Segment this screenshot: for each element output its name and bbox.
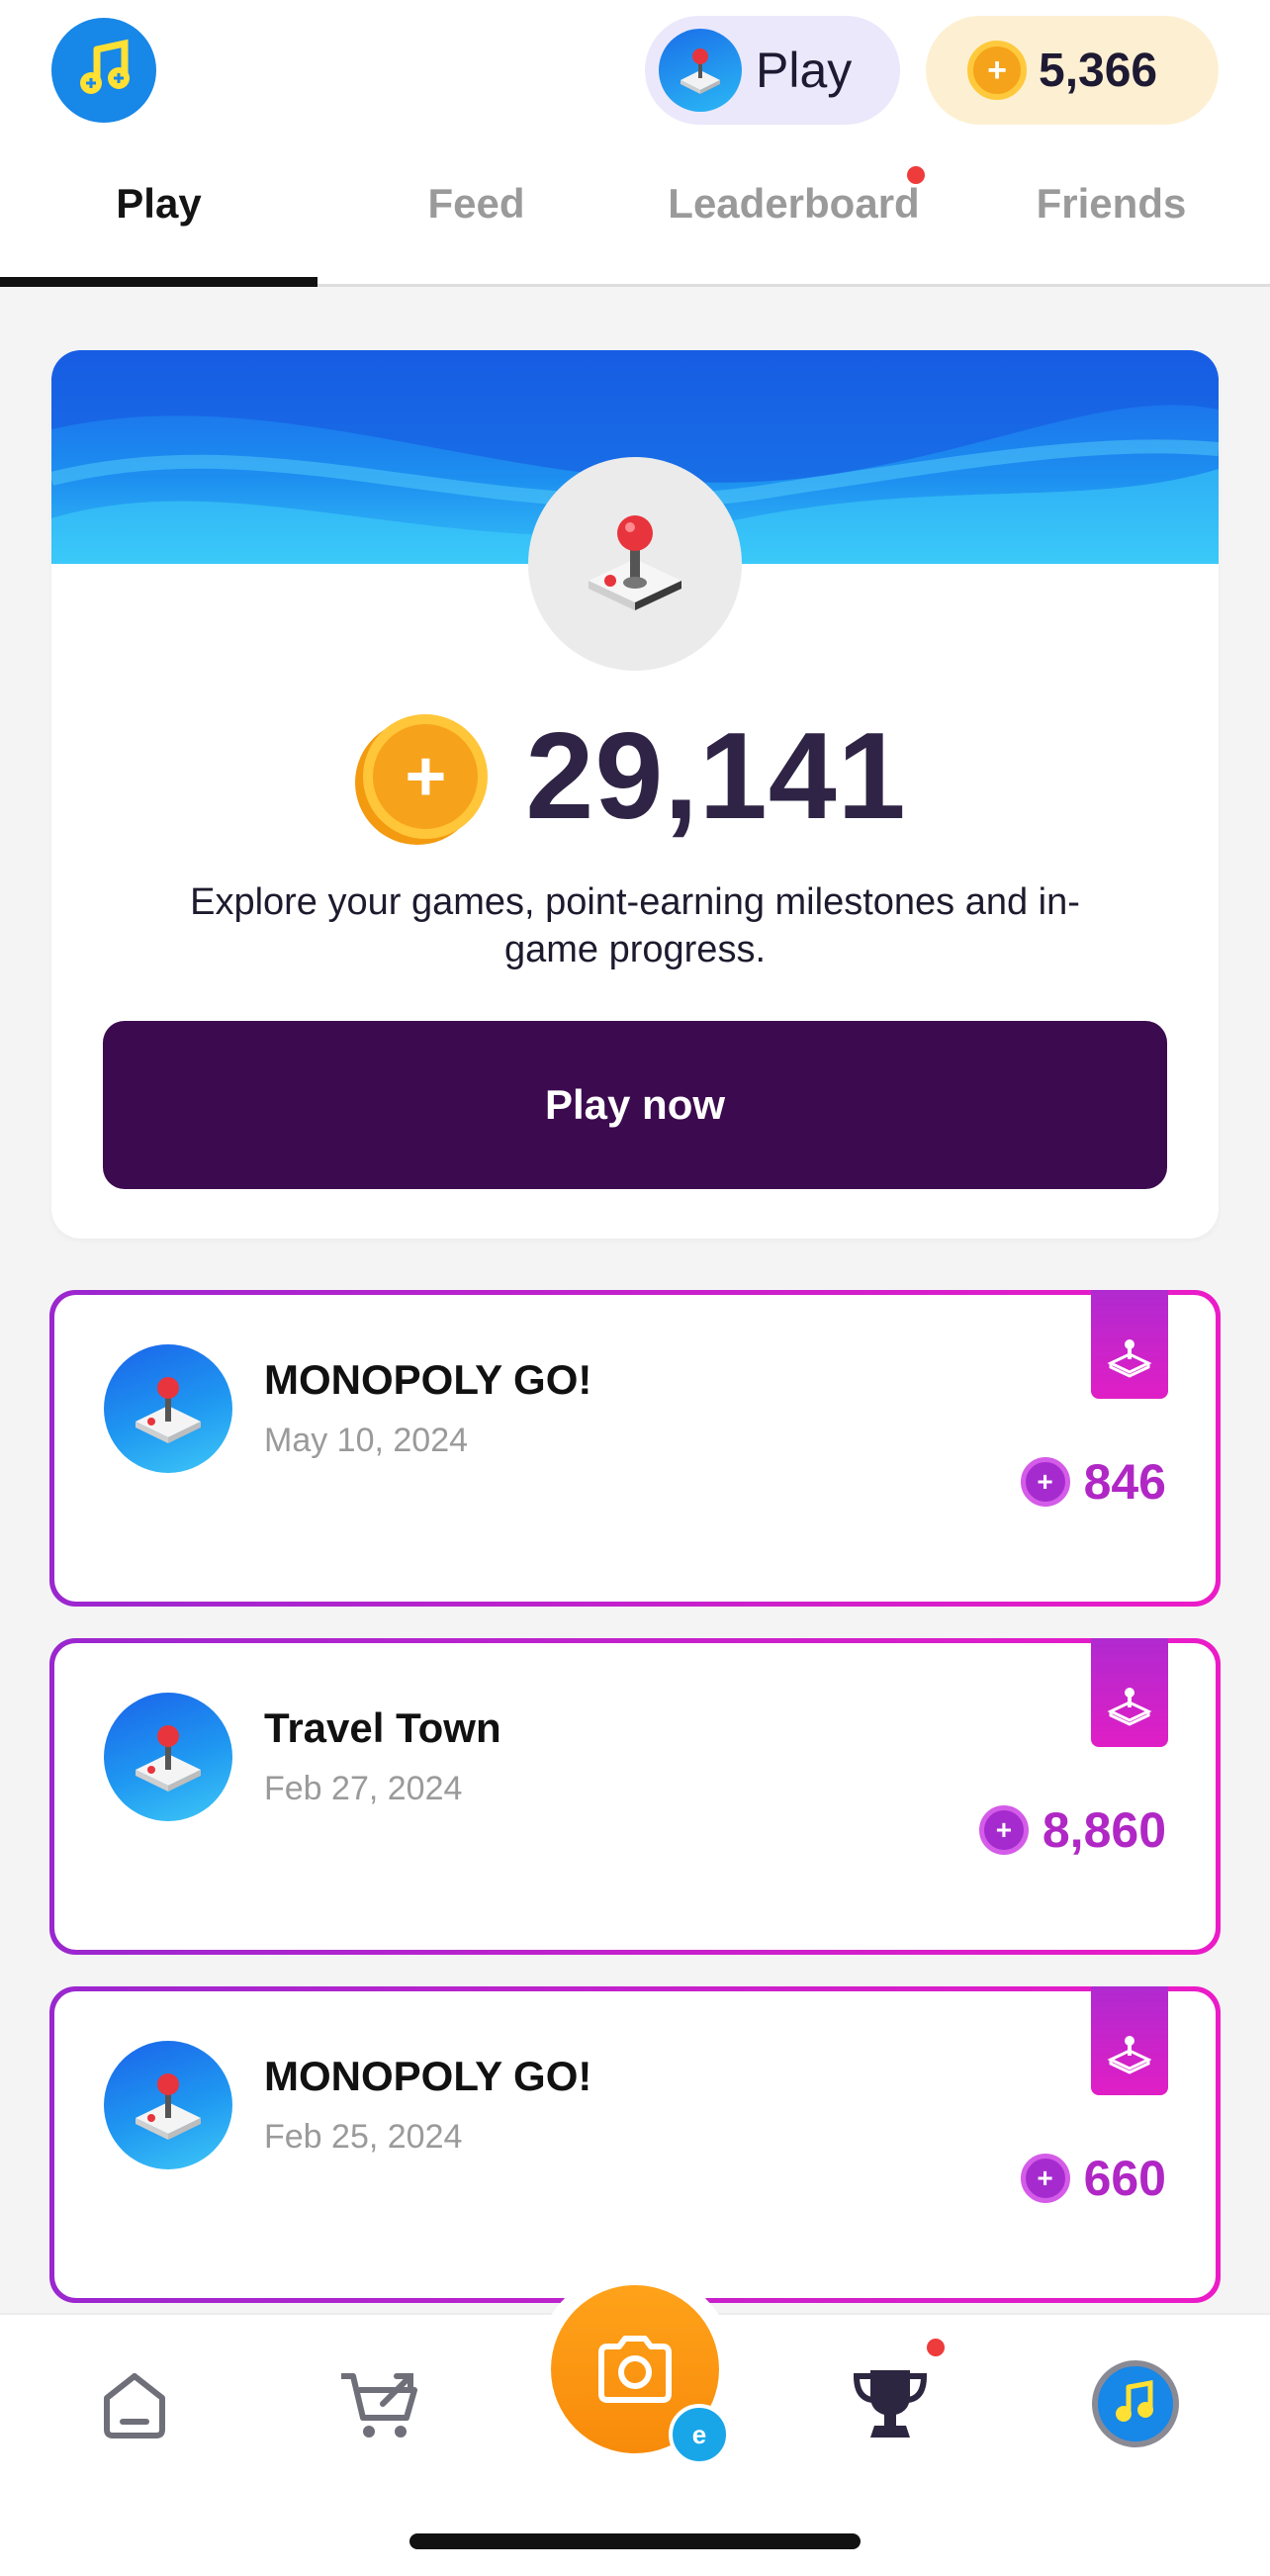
joystick-icon [659, 29, 742, 112]
game-date: Feb 25, 2024 [264, 2118, 463, 2156]
home-icon[interactable] [85, 2354, 184, 2453]
game-points-value: 846 [1083, 1454, 1166, 1510]
notification-dot [907, 166, 925, 184]
points-summary-card: + 29,141 Explore your games, point-earni… [51, 350, 1219, 1239]
game-card[interactable]: MONOPOLY GO! Feb 25, 2024 + 660 [49, 1986, 1221, 2303]
trophy-icon[interactable] [841, 2354, 940, 2453]
tab-play-label: Play [116, 180, 202, 227]
profile-icon[interactable] [1086, 2354, 1185, 2453]
game-points-value: 660 [1083, 2151, 1166, 2206]
game-points: + 660 [1020, 2150, 1166, 2207]
game-badge-icon [1091, 1986, 1168, 2095]
total-points: + 29,141 [51, 706, 1219, 847]
receipt-badge-icon: e [669, 2404, 730, 2465]
game-points: + 8,860 [978, 1801, 1166, 1859]
points-coin-icon: + [1020, 1457, 1070, 1507]
play-pill-label: Play [756, 43, 853, 98]
app-logo[interactable] [51, 18, 156, 123]
tab-friends-label: Friends [1036, 180, 1187, 227]
points-coin-icon: + [978, 1805, 1029, 1855]
game-title: MONOPOLY GO! [264, 1356, 592, 1403]
game-date: Feb 27, 2024 [264, 1770, 463, 1807]
play-now-button[interactable]: Play now [103, 1021, 1167, 1189]
tab-play[interactable]: Play [0, 148, 318, 287]
game-badge-icon [1091, 1638, 1168, 1747]
cart-icon[interactable] [332, 2354, 431, 2453]
game-points-value: 8,860 [1042, 1802, 1166, 1858]
total-points-value: 29,141 [525, 708, 907, 845]
hero-description: Explore your games, point-earning milest… [190, 881, 1080, 970]
game-card[interactable]: MONOPOLY GO! May 10, 2024 + 846 [49, 1290, 1221, 1607]
points-coin-icon: + [1020, 2154, 1070, 2203]
coin-balance-value: 5,366 [1039, 44, 1158, 97]
joystick-icon [528, 457, 742, 671]
home-indicator [409, 2533, 861, 2549]
tab-leaderboard[interactable]: Leaderboard [635, 148, 952, 284]
tab-feed-label: Feed [427, 180, 525, 227]
game-badge-icon [1091, 1290, 1168, 1399]
game-title: Travel Town [264, 1704, 501, 1751]
coin-icon: + [363, 714, 489, 839]
game-points: + 846 [1020, 1453, 1166, 1511]
play-pill[interactable]: Play [645, 16, 900, 125]
joystick-icon [104, 1344, 232, 1473]
joystick-icon [104, 2041, 232, 2169]
game-card[interactable]: Travel Town Feb 27, 2024 + 8,860 [49, 1638, 1221, 1955]
music-coin-logo-icon [80, 39, 130, 94]
notification-dot [927, 2339, 945, 2356]
tab-bar: Play Feed Leaderboard Friends [0, 148, 1270, 287]
game-date: May 10, 2024 [264, 1422, 469, 1459]
coin-icon: + [967, 41, 1027, 100]
joystick-icon [104, 1693, 232, 1821]
coin-balance-pill[interactable]: + 5,366 [926, 16, 1219, 125]
top-header: Play + 5,366 Play Feed Leaderboard Frien… [0, 0, 1270, 287]
tab-feed[interactable]: Feed [318, 148, 635, 284]
tab-leaderboard-label: Leaderboard [668, 180, 920, 227]
game-title: MONOPOLY GO! [264, 2053, 592, 2099]
tab-friends[interactable]: Friends [952, 148, 1270, 284]
